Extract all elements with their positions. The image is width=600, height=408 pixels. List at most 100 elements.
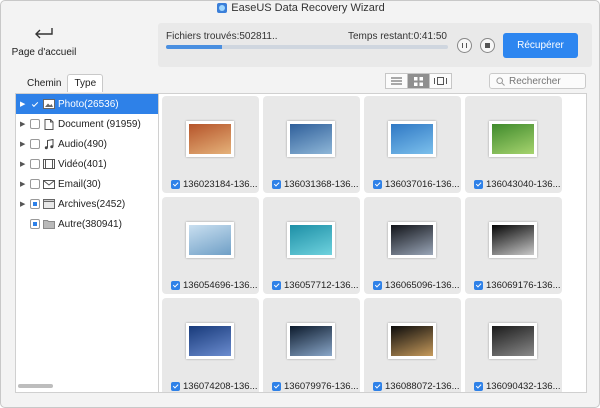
file-checkbox[interactable] — [272, 281, 281, 290]
image-thumbnail — [186, 121, 234, 157]
tree-item-label: Photo(26536) — [58, 98, 119, 110]
document-icon — [43, 118, 55, 130]
file-tile[interactable]: 136090432-136... — [465, 298, 562, 392]
grid-view-button[interactable] — [407, 73, 430, 89]
file-label: 136054696-136... — [171, 280, 257, 291]
view-tabs: Chemin Type — [21, 74, 104, 92]
tree-item-archive[interactable]: ▶ Archives(2452) — [16, 194, 158, 214]
home-label: Page d'accueil — [11, 47, 77, 58]
preview-view-button[interactable] — [429, 73, 452, 89]
file-name: 136074208-136... — [183, 381, 258, 392]
video-icon — [43, 159, 55, 170]
file-checkbox[interactable] — [474, 382, 483, 391]
file-label: 136023184-136... — [171, 179, 257, 190]
file-tile[interactable]: 136031368-136... — [263, 96, 360, 193]
image-thumbnail — [489, 121, 537, 157]
search-box[interactable] — [489, 73, 586, 89]
tree-item-folder[interactable]: Autre(380941) — [16, 214, 158, 234]
file-label: 136069176-136... — [474, 280, 560, 291]
expand-arrow-icon[interactable]: ▶ — [20, 140, 28, 148]
tab-path[interactable]: Chemin — [21, 74, 67, 92]
tree-scrollbar[interactable] — [16, 384, 159, 388]
expand-arrow-icon[interactable]: ▶ — [20, 120, 28, 128]
expand-arrow-icon[interactable]: ▶ — [20, 180, 28, 188]
tree-item-label: Email(30) — [58, 178, 101, 190]
tree-item-photo[interactable]: ▶ Photo(26536) — [16, 94, 158, 114]
music-note-icon — [43, 138, 55, 150]
image-thumbnail — [186, 323, 234, 359]
file-tile[interactable]: 136088072-136... — [364, 298, 461, 392]
tree-checkbox[interactable] — [30, 119, 40, 129]
tree-checkbox[interactable] — [30, 159, 40, 169]
archive-icon — [43, 199, 55, 210]
file-tile[interactable]: 136069176-136... — [465, 197, 562, 294]
stop-button[interactable] — [480, 38, 495, 53]
image-thumbnail — [287, 121, 335, 157]
scan-status-panel: Fichiers trouvés:502811.. Temps restant:… — [158, 23, 592, 67]
image-thumbnail — [489, 323, 537, 359]
file-label: 136079976-136... — [272, 381, 358, 392]
file-name: 136090432-136... — [486, 381, 561, 392]
tree-checkbox[interactable] — [30, 179, 40, 189]
file-name: 136065096-136... — [385, 280, 460, 291]
scan-progress-fill — [166, 45, 223, 49]
file-label: 136043040-136... — [474, 179, 560, 190]
tree-item-label: Archives(2452) — [58, 198, 126, 210]
image-thumbnail — [186, 222, 234, 258]
file-checkbox[interactable] — [171, 281, 180, 290]
file-name: 136069176-136... — [486, 280, 561, 291]
file-checkbox[interactable] — [171, 382, 180, 391]
expand-arrow-icon[interactable]: ▶ — [20, 100, 28, 108]
tree-item-document[interactable]: ▶ Document (91959) — [16, 114, 158, 134]
file-tile[interactable]: 136037016-136... — [364, 96, 461, 193]
image-thumbnail — [388, 222, 436, 258]
file-checkbox[interactable] — [272, 180, 281, 189]
file-checkbox[interactable] — [474, 281, 483, 290]
file-checkbox[interactable] — [272, 382, 281, 391]
file-tile[interactable]: 136023184-136... — [162, 96, 259, 193]
tree-checkbox[interactable] — [30, 199, 40, 209]
home-button[interactable]: Page d'accueil — [9, 25, 79, 63]
tree-item-label: Vidéo(401) — [58, 158, 107, 170]
image-thumbnail — [489, 222, 537, 258]
file-label: 136057712-136... — [272, 280, 358, 291]
file-checkbox[interactable] — [373, 180, 382, 189]
file-checkbox[interactable] — [474, 180, 483, 189]
tree-item-music-note[interactable]: ▶ Audio(490) — [16, 134, 158, 154]
tree-checkbox[interactable] — [30, 219, 40, 229]
image-thumbnail — [388, 121, 436, 157]
file-label: 136037016-136... — [373, 179, 459, 190]
expand-arrow-icon[interactable]: ▶ — [20, 200, 28, 208]
expand-arrow-icon[interactable]: ▶ — [20, 160, 28, 168]
file-tile[interactable]: 136057712-136... — [263, 197, 360, 294]
time-remaining-text: Temps restant:0:41:50 — [348, 31, 447, 42]
file-tile[interactable]: 136079976-136... — [263, 298, 360, 392]
list-icon — [391, 77, 402, 85]
file-name: 136031368-136... — [284, 179, 359, 190]
file-tile[interactable]: 136074208-136... — [162, 298, 259, 392]
file-tile[interactable]: 136065096-136... — [364, 197, 461, 294]
tree-item-video[interactable]: ▶ Vidéo(401) — [16, 154, 158, 174]
file-checkbox[interactable] — [171, 180, 180, 189]
file-tile[interactable]: 136054696-136... — [162, 197, 259, 294]
tree-checkbox[interactable] — [30, 99, 40, 109]
grid-icon — [414, 76, 423, 86]
envelope-icon — [43, 179, 55, 190]
pause-button[interactable] — [457, 38, 472, 53]
file-name: 136037016-136... — [385, 179, 460, 190]
recover-button[interactable]: Récupérer — [503, 33, 578, 58]
tree-item-envelope[interactable]: ▶ Email(30) — [16, 174, 158, 194]
tree-item-label: Audio(490) — [58, 138, 107, 150]
file-checkbox[interactable] — [373, 382, 382, 391]
file-checkbox[interactable] — [373, 281, 382, 290]
file-thumbnail-grid: 136023184-136... 136031368-136... 13603701… — [158, 93, 587, 393]
list-view-button[interactable] — [385, 73, 408, 89]
filmstrip-icon — [434, 77, 447, 85]
tree-checkbox[interactable] — [30, 139, 40, 149]
tab-type[interactable]: Type — [67, 74, 104, 92]
file-tile[interactable]: 136043040-136... — [465, 96, 562, 193]
search-input[interactable] — [509, 75, 583, 87]
window-title: EaseUS Data Recovery Wizard — [231, 2, 385, 14]
tree-scrollbar-thumb[interactable] — [18, 384, 53, 388]
file-label: 136065096-136... — [373, 280, 459, 291]
